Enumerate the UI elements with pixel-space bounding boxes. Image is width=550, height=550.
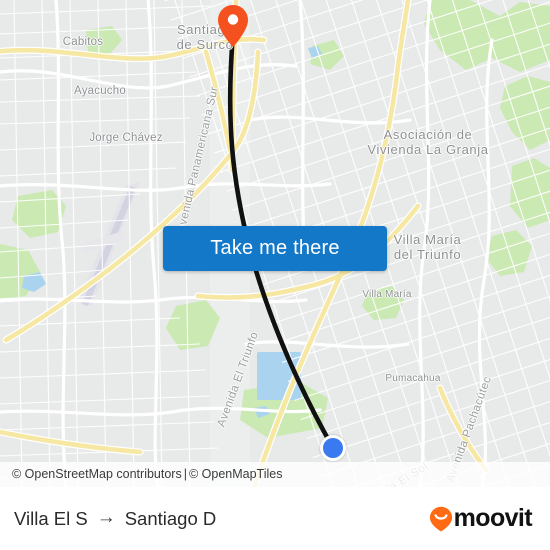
- attribution-openmaptiles[interactable]: © OpenMapTiles: [189, 467, 283, 481]
- moovit-trip-map-screen: Cabitos Santiago de Surco Ayacucho Jorge…: [0, 0, 550, 550]
- arrow-right-icon: →: [96, 507, 116, 528]
- attribution-separator: |: [183, 467, 187, 481]
- origin-location-dot[interactable]: [320, 435, 346, 461]
- map-attribution: © OpenStreetMap contributors | © OpenMapTi…: [0, 462, 550, 487]
- route-summary: Villa El S → Santiago D: [14, 508, 216, 530]
- footer-bar: Villa El S → Santiago D moovit: [0, 487, 550, 550]
- attribution-osm[interactable]: © OpenStreetMap contributors: [12, 467, 182, 481]
- map-canvas[interactable]: Cabitos Santiago de Surco Ayacucho Jorge…: [0, 0, 550, 487]
- moovit-logo[interactable]: moovit: [429, 504, 533, 532]
- destination-pin-icon[interactable]: [217, 4, 249, 48]
- moovit-pin-smile-icon: [429, 506, 453, 532]
- moovit-wordmark: moovit: [453, 504, 533, 532]
- route-destination-label: Santiago D: [124, 507, 217, 529]
- take-me-there-button[interactable]: Take me there: [163, 226, 387, 271]
- route-origin-label: Villa El S: [14, 507, 88, 529]
